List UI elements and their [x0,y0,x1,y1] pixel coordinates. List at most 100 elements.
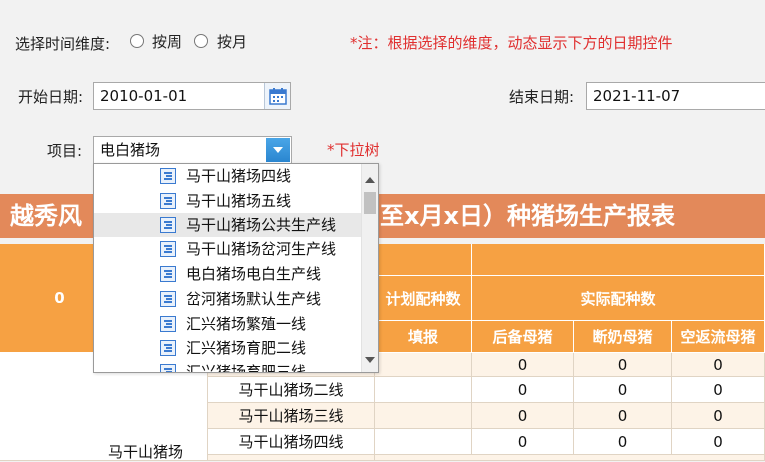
end-date-value: 2021-11-07 [593,87,681,105]
radio-week-label[interactable]: 按周 [152,31,182,52]
table-cell: 0 [574,403,672,429]
tree-scrollbar[interactable] [361,164,378,372]
table-cell: 0 [472,377,574,403]
row-2-val-0: 0 [517,406,528,425]
dimension-label: 选择时间维度: [15,35,111,53]
table-cell: 0 [472,353,574,377]
list-icon [160,241,176,257]
header-actual-text: 实际配种数 [580,289,656,308]
table-cell: 0 [574,377,672,403]
tree-item-label: 马干山猪场五线 [186,192,292,210]
tree-item-label: 马干山猪场公共生产线 [186,216,337,234]
header-zero-text: 0 [54,289,65,307]
table-cell: 0 [574,429,672,455]
start-date-value: 2010-01-01 [100,87,188,105]
tree-item-label: 岔河猪场默认生产线 [186,290,322,308]
tree-item[interactable]: 汇兴猪场育肥三线 [94,360,362,373]
header-sub-2: 空返流母猪 [672,321,765,353]
table-cell [375,429,472,455]
table-cell [375,403,472,429]
list-icon [160,193,176,209]
calendar-icon[interactable] [264,83,290,109]
table-cell: 0 [472,403,574,429]
header-plan-top [375,244,472,276]
tree-item[interactable]: 汇兴猪场育肥二线 [94,336,362,360]
tree-item-label: 马干山猪场四线 [186,167,292,185]
tree-item[interactable]: 马干山猪场五线 [94,189,362,213]
list-icon [160,217,176,233]
header-sub-1: 断奶母猪 [574,321,672,353]
tree-item-label: 汇兴猪场育肥三线 [186,363,307,373]
header-actual: 实际配种数 [472,276,765,321]
project-dropdown-tree[interactable]: 马干山猪场四线 马干山猪场五线 马干山猪场公共生产线 马干山猪场岔河生产线 电白… [93,163,379,373]
header-plan: 计划配种数 [375,276,472,321]
table-cell: 0 [472,429,574,455]
table-cell: 0 [672,353,765,377]
row-2-val-1: 0 [617,406,628,425]
project-select[interactable]: 电白猪场 [93,136,292,164]
project-label: 项目: [47,142,83,160]
end-date-label: 结束日期: [509,88,575,106]
tree-item-label: 马干山猪场岔河生产线 [186,240,337,258]
row-1-val-1: 0 [617,380,628,399]
start-date-input[interactable]: 2010-01-01 [93,82,291,110]
header-actual-top [472,244,765,276]
row-1-name: 马干山猪场二线 [238,381,344,399]
group-label: 马干山猪场 [108,443,184,461]
header-sub-1-text: 断奶母猪 [592,328,653,346]
tree-item[interactable]: 马干山猪场四线 [94,164,362,188]
row-1-val-0: 0 [517,380,528,399]
list-icon [160,168,176,184]
tree-item-hovered[interactable]: 马干山猪场公共生产线 [94,213,362,237]
row-3-val-2: 0 [713,432,723,451]
row-0-val-1: 0 [617,355,628,374]
tree-item-label: 汇兴猪场繁殖一线 [186,315,307,333]
row-1-val-2: 0 [713,380,723,399]
tree-item[interactable]: 汇兴猪场繁殖一线 [94,312,362,336]
radio-week[interactable] [130,34,144,48]
chevron-down-icon[interactable] [266,138,290,162]
row-0-val-0: 0 [517,355,528,374]
table-row-name [208,455,375,461]
list-icon [160,364,176,372]
table-cell [375,377,472,403]
header-plan-sub: 填报 [375,321,472,353]
list-icon [160,291,176,307]
tree-item[interactable]: 岔河猪场默认生产线 [94,287,362,311]
end-date-input[interactable]: 2021-11-07 [586,82,765,110]
row-2-val-2: 0 [713,406,723,425]
radio-month[interactable] [194,34,208,48]
header-plan-text: 计划配种数 [385,289,461,308]
table-row-name: 马干山猪场四线 [208,429,375,455]
row-3-val-0: 0 [517,432,528,451]
table-cell: 0 [672,429,765,455]
table-cell [375,455,765,461]
start-date-label: 开始日期: [18,88,84,106]
table-row-name: 马干山猪场三线 [208,403,375,429]
radio-month-label[interactable]: 按月 [217,31,247,52]
table-cell [375,353,472,377]
table-cell: 0 [672,377,765,403]
header-sub-0-text: 后备母猪 [492,328,553,346]
header-sub-0: 后备母猪 [472,321,574,353]
row-3-name: 马干山猪场四线 [238,433,344,451]
scrollbar-thumb[interactable] [364,192,376,214]
list-icon [160,316,176,332]
table-cell: 0 [574,353,672,377]
row-2-name: 马干山猪场三线 [238,407,344,425]
report-title-right: 至x月x日）种猪场生产报表 [380,202,675,230]
scroll-up-icon[interactable] [365,168,375,187]
row-3-val-1: 0 [617,432,628,451]
row-0-val-2: 0 [713,355,723,374]
tree-item[interactable]: 电白猪场电白生产线 [94,262,362,286]
tree-item[interactable]: 马干山猪场岔河生产线 [94,237,362,261]
tree-item-label: 汇兴猪场育肥二线 [186,339,307,357]
project-select-value: 电白猪场 [100,141,161,159]
list-icon [160,266,176,282]
table-cell: 0 [672,403,765,429]
dropdown-note: *下拉树 [327,141,380,159]
table-row-name: 马干山猪场二线 [208,377,375,403]
header-sub-2-text: 空返流母猪 [680,328,756,346]
scroll-down-icon[interactable] [365,349,375,368]
tree-item-label: 电白猪场电白生产线 [186,265,322,283]
